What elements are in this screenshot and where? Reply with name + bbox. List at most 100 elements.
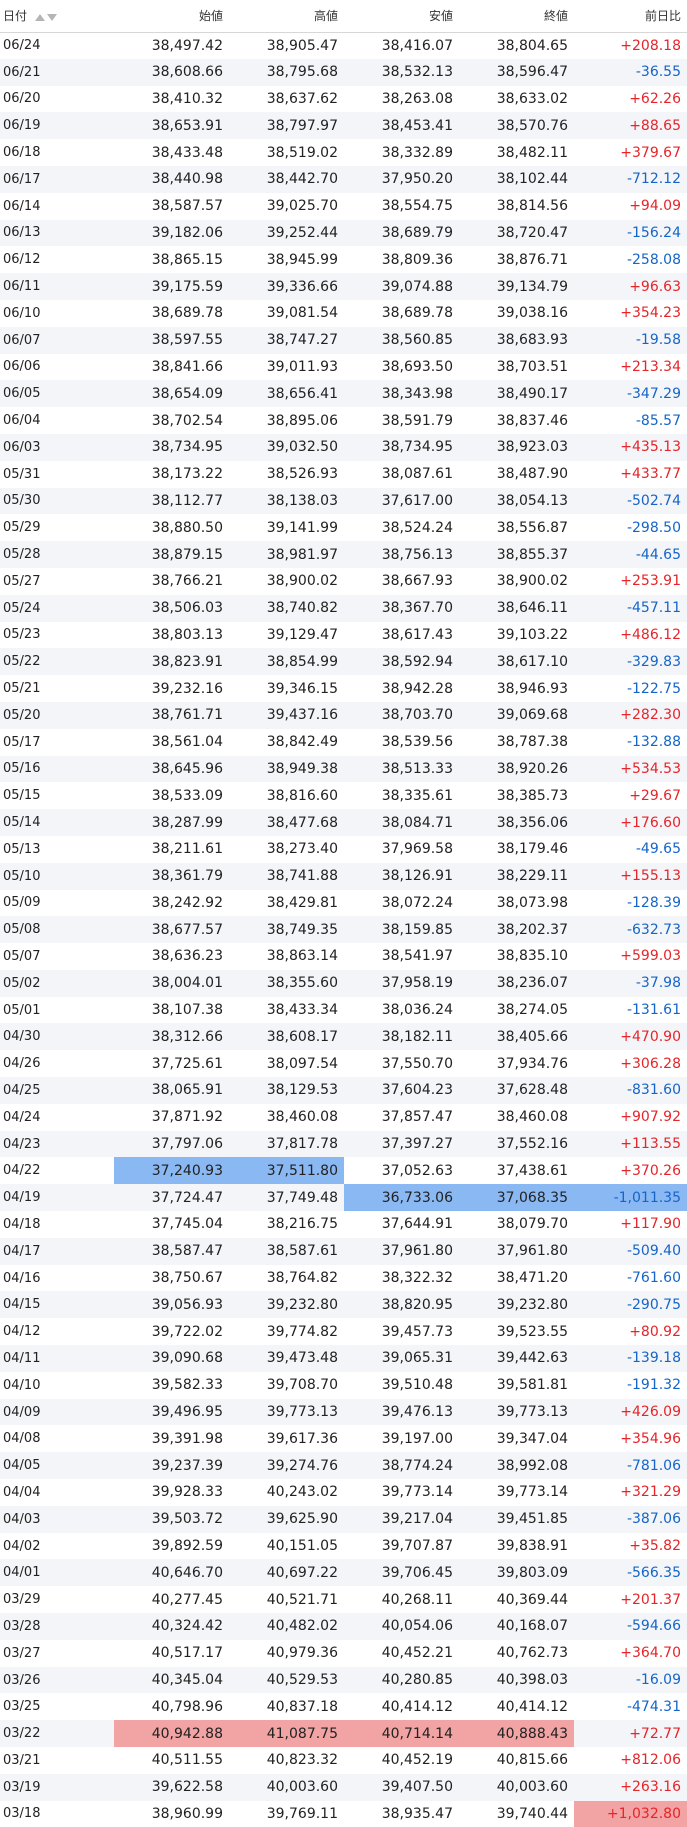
sort-descending-icon[interactable] [46,13,57,21]
high-cell: 39,769.11 [266,1805,338,1822]
date-cell: 04/22 [3,1163,41,1179]
close-cell: 40,815.66 [496,1752,568,1769]
change-cell: +812.06 [620,1752,681,1769]
price-history-table: 日付 始値 高値 安値 終値 前日比 06/24 38,497.42 38,905.… [0,0,687,1827]
low-cell: 39,510.48 [381,1377,453,1394]
close-cell: 38,482.11 [496,144,568,161]
high-cell: 40,151.05 [266,1538,338,1555]
date-column-header[interactable]: 日付 [0,0,114,33]
sort-ascending-icon[interactable] [34,13,45,21]
table-body: 06/24 38,497.42 38,905.47 38,416.07 38,804.6… [0,32,687,1827]
high-cell: 38,795.68 [266,64,338,81]
date-cell: 05/28 [3,547,41,563]
open-cell: 38,065.91 [151,1082,223,1099]
close-cell: 38,787.38 [496,734,568,751]
date-cell: 05/27 [3,573,41,589]
open-cell: 38,654.09 [151,385,223,402]
date-cell: 05/16 [3,761,41,777]
change-cell: +534.53 [620,760,681,777]
table-row: 05/16 38,645.96 38,949.38 38,513.33 38,920.2… [0,755,687,783]
close-cell: 38,405.66 [496,1028,568,1045]
change-cell: +113.55 [620,1136,681,1153]
open-cell: 38,636.23 [151,948,223,965]
open-cell: 38,865.15 [151,251,223,268]
close-cell: 39,134.79 [496,278,568,295]
change-cell: -474.31 [626,1698,681,1715]
table-row: 05/02 38,004.01 38,355.60 37,958.19 38,236.0… [0,969,687,997]
date-cell: 06/04 [3,413,41,429]
date-cell: 05/14 [3,815,41,830]
open-column-header: 始値 [114,0,229,33]
date-cell: 05/20 [3,707,41,723]
date-cell: 06/10 [3,305,41,321]
table-row: 04/11 39,090.68 39,473.48 39,065.31 39,442.6… [0,1345,687,1372]
close-cell: 39,838.91 [496,1538,568,1555]
high-cell: 38,740.82 [266,600,338,617]
close-cell: 38,923.03 [496,439,568,456]
change-cell: +213.34 [620,358,681,375]
open-cell: 38,608.66 [151,64,223,81]
table-row: 06/14 38,587.57 39,025.70 38,554.75 38,814.5… [0,192,687,220]
change-cell: -1,011.35 [574,1184,687,1212]
change-cell: +35.82 [629,1538,681,1555]
high-cell: 39,011.93 [266,358,338,375]
change-cell: -457.11 [626,600,681,617]
table-row: 06/20 38,410.32 38,637.62 38,263.08 38,633.0… [0,85,687,113]
close-cell: 37,628.48 [496,1082,568,1099]
change-cell: -566.35 [626,1564,681,1581]
low-cell: 39,706.45 [381,1564,453,1581]
low-cell: 37,950.20 [381,171,453,188]
open-cell: 39,237.39 [151,1457,223,1474]
date-cell: 06/07 [3,332,41,348]
low-cell: 38,693.50 [381,358,453,375]
date-cell: 05/13 [3,841,41,857]
close-cell: 38,804.65 [496,37,568,54]
change-cell: +470.90 [620,1028,681,1045]
high-cell: 38,526.93 [266,466,338,483]
low-cell: 38,820.95 [381,1296,453,1313]
high-cell: 38,863.14 [266,948,338,965]
open-cell: 38,004.01 [151,975,223,992]
open-cell: 38,766.21 [151,573,223,590]
change-cell: +117.90 [620,1216,681,1233]
high-cell: 38,764.82 [266,1270,338,1287]
open-cell: 38,506.03 [151,600,223,617]
close-cell: 38,229.11 [496,868,568,885]
table-row: 04/02 39,892.59 40,151.05 39,707.87 39,838.9… [0,1532,687,1560]
change-cell: +354.23 [620,305,681,322]
change-cell: +62.26 [629,90,681,107]
close-cell: 39,803.09 [496,1564,568,1581]
low-cell: 38,935.47 [381,1805,453,1822]
close-cell: 37,934.76 [496,1055,568,1072]
table-row: 05/10 38,361.79 38,741.88 38,126.91 38,229.1… [0,862,687,890]
low-cell: 38,689.78 [381,305,453,322]
close-cell: 38,992.08 [496,1457,568,1474]
date-cell: 06/18 [3,145,41,161]
open-cell: 39,722.02 [151,1323,223,1340]
open-cell: 38,361.79 [151,868,223,885]
change-cell: +370.26 [620,1162,681,1179]
change-cell: +208.18 [620,37,681,54]
close-cell: 39,740.44 [496,1805,568,1822]
close-cell: 38,814.56 [496,198,568,215]
low-cell: 39,707.87 [381,1538,453,1555]
date-cell: 04/09 [3,1404,41,1420]
open-cell: 38,645.96 [151,760,223,777]
change-cell: -37.98 [635,975,681,992]
close-cell: 38,876.71 [496,251,568,268]
change-cell: +321.29 [620,1484,681,1501]
date-cell: 04/17 [3,1243,41,1259]
close-cell: 37,552.16 [496,1136,568,1153]
table-row: 03/27 40,517.17 40,979.36 40,452.21 40,762.7… [0,1639,687,1667]
open-cell: 38,433.48 [151,144,223,161]
open-cell: 39,175.59 [151,278,223,295]
date-cell: 04/16 [3,1270,41,1286]
high-cell: 38,442.70 [266,171,338,188]
date-cell: 03/18 [3,1806,41,1822]
open-cell: 39,496.95 [151,1404,223,1421]
sort-controls[interactable] [34,10,59,24]
close-cell: 38,835.10 [496,948,568,965]
open-cell: 38,440.98 [151,171,223,188]
table-row: 05/28 38,879.15 38,981.97 38,756.13 38,855.3… [0,541,687,568]
change-cell: +88.65 [629,117,681,134]
